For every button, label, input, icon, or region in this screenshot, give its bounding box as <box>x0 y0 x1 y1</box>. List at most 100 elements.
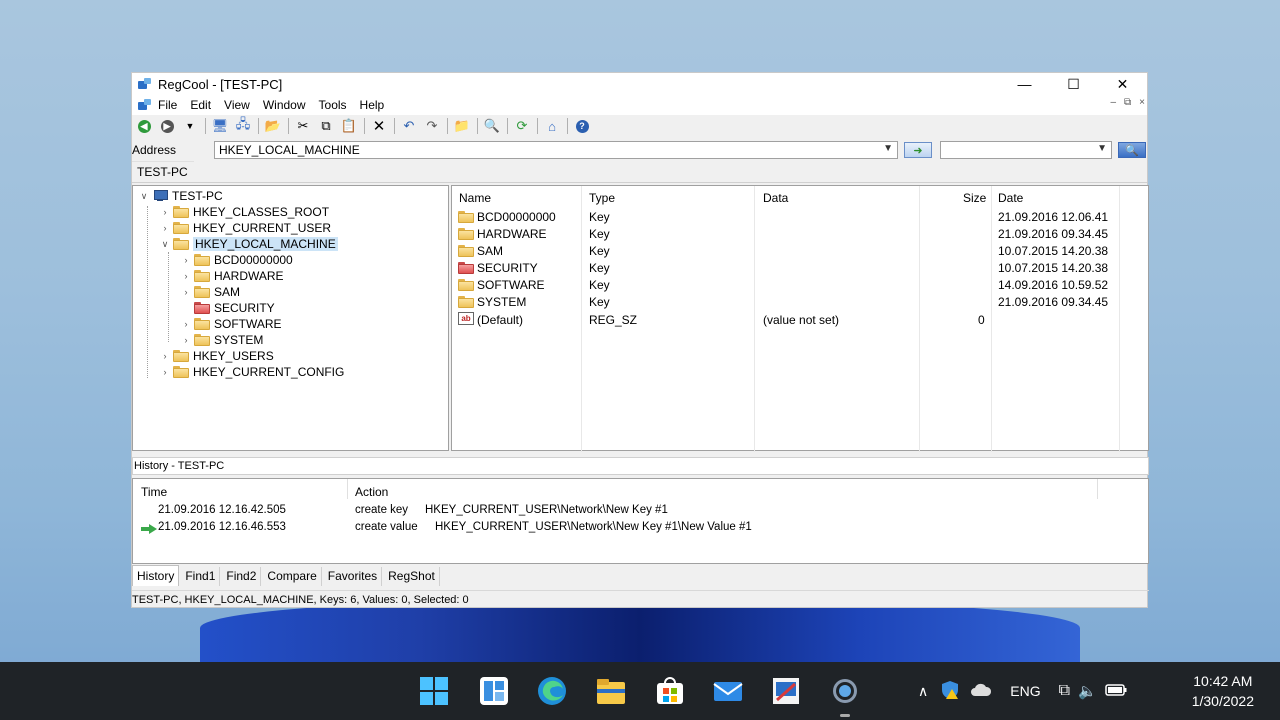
mail-icon[interactable] <box>713 676 743 706</box>
tree-node-hardware[interactable]: › HARDWARE <box>181 268 284 284</box>
chevron-down-icon[interactable]: ▼ <box>1097 143 1107 154</box>
edge-icon[interactable] <box>537 676 567 706</box>
favorites-icon[interactable]: ⌂ <box>542 117 562 135</box>
chevron-right-icon[interactable]: › <box>160 351 170 361</box>
tab-find2[interactable]: Find2 <box>220 567 262 586</box>
battery-icon[interactable] <box>1104 683 1127 699</box>
history-row[interactable]: 21.09.2016 12.16.42.505 create key HKEY_… <box>133 504 1148 520</box>
tab-favorites[interactable]: Favorites <box>322 567 383 586</box>
column-header-name[interactable]: Name <box>459 191 491 205</box>
security-warning-icon[interactable] <box>940 680 960 703</box>
mdi-restore-button[interactable]: ⧉ <box>1124 97 1131 108</box>
list-row[interactable]: BCD00000000 Key 21.09.2016 12.06.41 <box>452 208 1150 225</box>
column-header-action[interactable]: Action <box>355 485 388 499</box>
menu-window[interactable]: Window <box>263 98 306 112</box>
refresh-folder-icon[interactable]: 📂 <box>263 117 283 135</box>
paste-icon[interactable]: 📋 <box>339 117 359 135</box>
tree-node-sam[interactable]: › SAM <box>181 284 241 300</box>
list-row[interactable]: HARDWARE Key 21.09.2016 09.34.45 <box>452 225 1150 242</box>
list-row[interactable]: SECURITY Key 10.07.2015 14.20.38 <box>452 259 1150 276</box>
tree-node-hkey-classes-root[interactable]: › HKEY_CLASSES_ROOT <box>160 204 330 220</box>
search-combobox[interactable]: ▼ <box>940 141 1112 159</box>
menu-file[interactable]: File <box>158 98 177 112</box>
column-header-time[interactable]: Time <box>141 485 167 499</box>
chevron-right-icon[interactable]: › <box>181 271 191 281</box>
history-dropdown-icon[interactable]: ▼ <box>180 117 200 135</box>
chevron-right-icon[interactable]: › <box>160 223 170 233</box>
chevron-down-icon[interactable]: ∨ <box>160 239 170 250</box>
menu-edit[interactable]: Edit <box>190 98 211 112</box>
chevron-down-icon[interactable]: ▼ <box>883 143 893 154</box>
tree-node-hkey-current-user[interactable]: › HKEY_CURRENT_USER <box>160 220 332 236</box>
tree-node-root[interactable]: ∨ TEST-PC <box>139 188 223 204</box>
regcool-icon[interactable] <box>771 676 801 706</box>
menu-tools[interactable]: Tools <box>319 98 347 112</box>
chevron-right-icon[interactable]: › <box>181 335 191 345</box>
back-icon[interactable]: ◀ <box>134 117 154 135</box>
mdi-app-icon[interactable] <box>138 99 152 111</box>
new-key-icon[interactable]: 📁 <box>452 117 472 135</box>
menu-view[interactable]: View <box>224 98 250 112</box>
network-icon[interactable]: ⧉ <box>1059 682 1070 700</box>
go-button[interactable]: ➜ <box>904 142 932 158</box>
volume-icon[interactable]: 🔈 <box>1078 682 1097 700</box>
tab-regshot[interactable]: RegShot <box>382 567 440 586</box>
column-divider[interactable] <box>1097 479 1098 499</box>
column-header-type[interactable]: Type <box>589 191 615 205</box>
menu-help[interactable]: Help <box>360 98 385 112</box>
onedrive-cloud-icon[interactable] <box>970 683 992 700</box>
tree-node-software[interactable]: › SOFTWARE <box>181 316 282 332</box>
close-button[interactable]: ✕ <box>1098 73 1147 95</box>
chevron-down-icon[interactable]: ∨ <box>139 191 149 202</box>
refresh-icon[interactable]: ⟳ <box>512 117 532 135</box>
tree-node-system[interactable]: › SYSTEM <box>181 332 264 348</box>
chevron-up-icon[interactable]: ∧ <box>918 683 928 700</box>
list-row[interactable]: SOFTWARE Key 14.09.2016 10.59.52 <box>452 276 1150 293</box>
start-icon[interactable] <box>419 676 449 706</box>
tab-test-pc[interactable]: TEST-PC <box>132 161 194 182</box>
copy-icon[interactable]: ⧉ <box>316 117 336 135</box>
settings-icon[interactable] <box>830 676 860 706</box>
store-icon[interactable] <box>655 676 685 706</box>
column-header-data[interactable]: Data <box>763 191 788 205</box>
chevron-right-icon[interactable]: › <box>181 287 191 297</box>
connect-registry-icon[interactable]: 🖥 <box>210 117 230 135</box>
history-row-current[interactable]: 21.09.2016 12.16.46.553 create value HKE… <box>133 521 1148 537</box>
find-icon[interactable]: 🔍 <box>482 117 502 135</box>
tree-node-bcd[interactable]: › BCD00000000 <box>181 252 293 268</box>
cut-icon[interactable]: ✂ <box>293 117 313 135</box>
column-header-size[interactable]: Size <box>963 191 986 205</box>
maximize-button[interactable]: ☐ <box>1049 73 1098 95</box>
column-header-date[interactable]: Date <box>998 191 1023 205</box>
minimize-button[interactable]: — <box>1000 73 1049 95</box>
chevron-right-icon[interactable]: › <box>160 207 170 217</box>
list-row[interactable]: ab (Default) REG_SZ (value not set) 0 <box>452 311 1150 328</box>
delete-icon[interactable]: ✕ <box>369 117 389 135</box>
history-list[interactable]: Time Action 21.09.2016 12.16.42.505 crea… <box>132 478 1149 564</box>
list-row[interactable]: SYSTEM Key 21.09.2016 09.34.45 <box>452 293 1150 310</box>
mdi-minimize-button[interactable]: – <box>1110 97 1116 108</box>
tree-node-hkey-current-config[interactable]: › HKEY_CURRENT_CONFIG <box>160 364 345 380</box>
tree-node-hkey-users[interactable]: › HKEY_USERS <box>160 348 274 364</box>
tab-find1[interactable]: Find1 <box>179 567 221 586</box>
forward-icon[interactable]: ▶ <box>157 117 177 135</box>
chevron-right-icon[interactable]: › <box>160 367 170 377</box>
mdi-close-button[interactable]: × <box>1139 97 1145 108</box>
file-explorer-icon[interactable] <box>596 676 626 706</box>
language-indicator[interactable]: ENG <box>1010 683 1040 699</box>
tab-compare[interactable]: Compare <box>261 567 322 586</box>
tree-node-security[interactable]: SECURITY <box>181 300 275 316</box>
search-button[interactable]: 🔍 <box>1118 142 1146 158</box>
undo-icon[interactable]: ↶ <box>399 117 419 135</box>
chevron-right-icon[interactable]: › <box>181 255 191 265</box>
tab-history[interactable]: History <box>132 565 180 586</box>
tree-node-hkey-local-machine[interactable]: ∨ HKEY_LOCAL_MACHINE <box>160 236 338 252</box>
list-row[interactable]: SAM Key 10.07.2015 14.20.38 <box>452 242 1150 259</box>
help-icon[interactable]: ? <box>572 117 592 135</box>
widgets-icon[interactable] <box>479 676 509 706</box>
address-combobox[interactable]: HKEY_LOCAL_MACHINE ▼ <box>214 141 898 159</box>
values-list[interactable]: Name Type Data Size Date BCD00000000 Key… <box>451 185 1150 452</box>
column-divider[interactable] <box>347 479 348 499</box>
clock[interactable]: 10:42 AM 1/30/2022 <box>1192 671 1254 711</box>
redo-icon[interactable]: ↷ <box>422 117 442 135</box>
